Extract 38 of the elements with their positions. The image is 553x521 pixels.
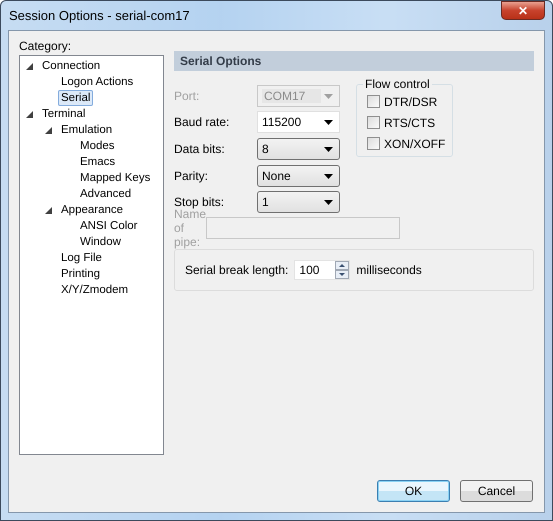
group-title: Flow control xyxy=(364,77,431,91)
unit-label: milliseconds xyxy=(356,263,422,277)
field-label: Baud rate: xyxy=(174,115,230,129)
ok-button[interactable]: OK xyxy=(377,480,450,502)
tree-item[interactable]: Window xyxy=(77,234,124,250)
close-button[interactable]: ✕ xyxy=(501,1,545,20)
checkbox-label: XON/XOFF xyxy=(384,136,446,150)
tree-item[interactable]: Logon Actions xyxy=(58,74,136,90)
field-label: Parity: xyxy=(174,169,210,183)
tree-item[interactable]: Printing xyxy=(58,266,103,282)
tree-item[interactable]: Advanced xyxy=(77,186,134,202)
tree-item[interactable]: ANSI Color xyxy=(77,218,141,234)
tree-item[interactable]: Emacs xyxy=(77,154,118,170)
dropdown[interactable]: 1 xyxy=(257,191,340,213)
tree-item[interactable]: Terminal xyxy=(39,106,88,122)
dropdown[interactable]: 115200 xyxy=(257,111,340,133)
number-field[interactable]: 100 xyxy=(294,260,350,280)
field-label: Stop bits: xyxy=(174,195,226,209)
dropdown[interactable]: None xyxy=(257,165,340,187)
tree-item[interactable]: Mapped Keys xyxy=(77,170,154,186)
field-label: Serial break length: xyxy=(185,263,288,277)
cancel-button[interactable]: Cancel xyxy=(460,480,533,502)
section-header: Serial Options xyxy=(174,51,534,71)
tree-item[interactable]: Modes xyxy=(77,138,118,154)
category-label: Category: xyxy=(19,39,72,52)
tree-item[interactable]: Connection xyxy=(39,58,104,74)
field-label: Data bits: xyxy=(174,142,226,156)
window-title: Session Options - serial-com17 xyxy=(8,8,190,23)
checkbox-label: RTS/CTS xyxy=(384,116,436,130)
tree-item[interactable]: Log File xyxy=(58,250,105,266)
field-label: Port: xyxy=(174,89,200,103)
tree-item[interactable]: Appearance xyxy=(58,202,126,218)
tree-item[interactable]: X/Y/Zmodem xyxy=(58,282,132,298)
tree-item[interactable]: Emulation xyxy=(58,122,116,138)
field-label: Name of pipe: xyxy=(174,207,206,249)
checkbox-label: DTR/DSR xyxy=(384,94,438,108)
dropdown[interactable]: 8 xyxy=(257,138,340,160)
tree-item[interactable]: Serial xyxy=(58,90,94,106)
